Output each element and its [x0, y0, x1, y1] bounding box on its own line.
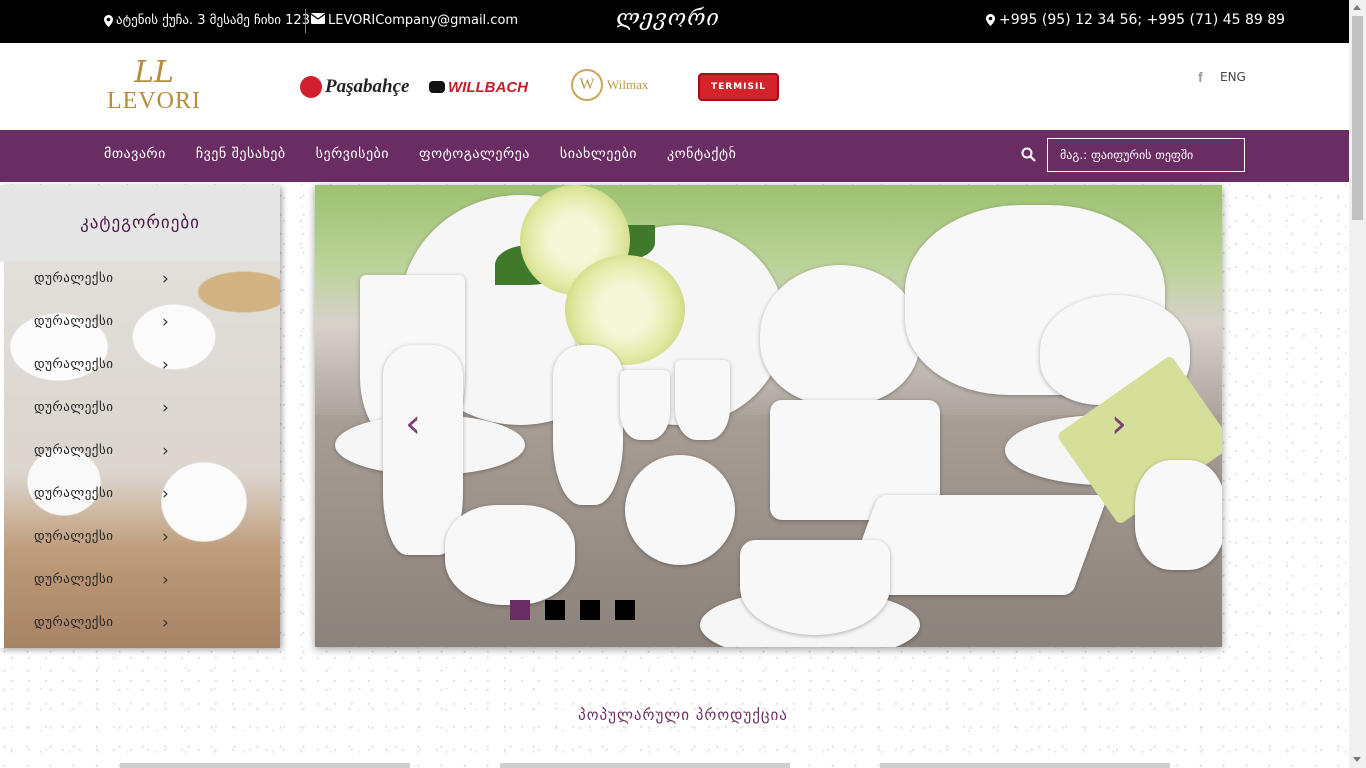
chevron-right-icon: ›: [162, 527, 169, 547]
nav-item-news[interactable]: სიახლეები: [560, 146, 637, 162]
search-input[interactable]: [1047, 138, 1245, 172]
scrollbar-thumb[interactable]: [1352, 16, 1363, 220]
slider-dot-1[interactable]: [510, 600, 530, 620]
map-pin-icon: [104, 14, 113, 27]
brand-willbach[interactable]: WILLBACH: [429, 71, 528, 103]
top-bar: ატენის ქუჩა. 3 მესამე ჩიხი 123 LEVORICom…: [0, 0, 1349, 43]
email-text[interactable]: LEVORICompany@gmail.com: [328, 13, 518, 28]
slide-cup: [1135, 460, 1222, 570]
slider-dot-3[interactable]: [580, 600, 600, 620]
nav-item-home[interactable]: მთავარი: [104, 146, 166, 162]
chevron-right-icon: ›: [162, 398, 169, 418]
language-switch[interactable]: ENG: [1220, 70, 1246, 84]
slide-teacup: [740, 540, 890, 635]
chevron-right-icon: ›: [162, 312, 169, 332]
willbach-mark-icon: [429, 81, 445, 93]
main-nav: მთავარი ჩვენ შესახებ სერვისები ფოტოგალერ…: [0, 130, 1349, 182]
nav-item-services[interactable]: სერვისები: [316, 146, 389, 162]
nav-item-gallery[interactable]: ფოტოგალერეა: [419, 146, 530, 162]
category-item[interactable]: დურალექსი ›: [4, 348, 280, 391]
hero-slider[interactable]: ‹ ›: [315, 185, 1222, 647]
category-item[interactable]: დურალექსი ›: [4, 520, 280, 563]
address-text: ატენის ქუჩა. 3 მესამე ჩიხი 123: [116, 13, 310, 28]
category-label: დურალექსი: [34, 443, 114, 458]
phone: +995 (95) 12 34 56; +995 (71) 45 89 89: [986, 12, 1285, 28]
slider-dot-4[interactable]: [615, 600, 635, 620]
slide-sugar-bowl: [625, 455, 735, 565]
slider-prev-arrow[interactable]: ‹: [405, 401, 421, 447]
category-label: დურალექსი: [34, 529, 114, 544]
chevron-right-icon: ›: [162, 441, 169, 461]
sidebar-title: კატეგორიები: [0, 185, 280, 262]
scroll-up-icon[interactable]: [1353, 5, 1361, 10]
scroll-down-icon[interactable]: [1353, 757, 1361, 762]
category-label: დურალექსი: [34, 486, 114, 501]
slide-pepper-shaker: [675, 360, 730, 440]
page-scrollbar[interactable]: [1349, 0, 1366, 768]
pasabahce-mark-icon: [300, 76, 322, 98]
script-logo[interactable]: ლევორი: [616, 6, 720, 31]
search-icon[interactable]: [1021, 147, 1037, 163]
brand-pasabahce-label: Paşabahçe: [325, 76, 410, 97]
slide-vase: [553, 345, 623, 505]
nav-marker: c: [729, 144, 734, 154]
category-item[interactable]: დურალექსი ›: [4, 262, 280, 305]
product-card[interactable]: [500, 763, 790, 768]
envelope-icon: [310, 13, 326, 28]
nav-item-about[interactable]: ჩვენ შესახებ: [196, 146, 286, 162]
chevron-right-icon: ›: [162, 484, 169, 504]
category-label: დურალექსი: [34, 357, 114, 372]
category-list: დურალექსი › დურალექსი › დურალექსი › დურალექ…: [4, 262, 280, 648]
category-label: დურალექსი: [34, 314, 114, 329]
slider-pagination: [510, 600, 635, 620]
nav-item-contact[interactable]: კონტაქტი: [667, 146, 736, 162]
category-label: დურალექსი: [34, 572, 114, 587]
category-label: დურალექსი: [34, 400, 114, 415]
wilmax-crest-icon: W: [571, 69, 603, 101]
category-sidebar: კატეგორიები დურალექსი › დურალექსი › დურალე…: [0, 185, 280, 648]
category-item[interactable]: დურალექსი ›: [4, 434, 280, 477]
logo-text: LEVORI: [107, 88, 201, 114]
slider-next-arrow[interactable]: ›: [1111, 401, 1127, 447]
topbar-divider: [305, 9, 306, 33]
brand-willbach-label: WILLBACH: [448, 78, 528, 96]
levori-logo[interactable]: LL LEVORI: [104, 57, 204, 117]
brand-termisil[interactable]: TERMISIL: [698, 73, 779, 101]
slider-dot-2[interactable]: [545, 600, 565, 620]
address: ატენის ქუჩა. 3 მესამე ჩიხი 123: [104, 13, 310, 28]
category-label: დურალექსი: [34, 271, 114, 286]
phone-text: +995 (95) 12 34 56; +995 (71) 45 89 89: [999, 12, 1286, 28]
slide-teapot: [760, 265, 920, 405]
slide-salt-shaker: [620, 370, 670, 440]
chevron-right-icon: ›: [162, 613, 169, 633]
email[interactable]: LEVORICompany@gmail.com: [310, 13, 518, 28]
category-item[interactable]: დურალექსი ›: [4, 563, 280, 606]
brand-wilmax-label: Wilmax: [607, 77, 649, 92]
brand-wilmax[interactable]: W Wilmax: [571, 69, 648, 101]
logo-monogram: LL: [134, 55, 174, 90]
header: LL LEVORI Paşabahçe WILLBACH W Wilmax TE…: [0, 43, 1349, 130]
category-label: დურალექსი: [34, 615, 114, 630]
product-card[interactable]: [880, 763, 1170, 768]
category-item[interactable]: დურალექსი ›: [4, 305, 280, 348]
category-item[interactable]: დურალექსი ›: [4, 391, 280, 434]
chevron-right-icon: ›: [162, 570, 169, 590]
brand-pasabahce[interactable]: Paşabahçe: [300, 71, 409, 103]
facebook-icon[interactable]: f: [1198, 69, 1203, 85]
slide-bottle: [383, 345, 463, 555]
popular-products-title: პოპულარული პროდუქცია: [578, 706, 788, 724]
slide-creamer: [445, 505, 575, 605]
chevron-right-icon: ›: [162, 269, 169, 289]
category-item[interactable]: დურალექსი ›: [4, 606, 280, 648]
chevron-right-icon: ›: [162, 355, 169, 375]
category-item[interactable]: დურალექსი ›: [4, 477, 280, 520]
product-card[interactable]: [120, 763, 410, 768]
map-pin-icon: [986, 14, 995, 26]
nav-menu: მთავარი ჩვენ შესახებ სერვისები ფოტოგალერ…: [104, 146, 766, 162]
brand-termisil-label: TERMISIL: [710, 82, 767, 92]
